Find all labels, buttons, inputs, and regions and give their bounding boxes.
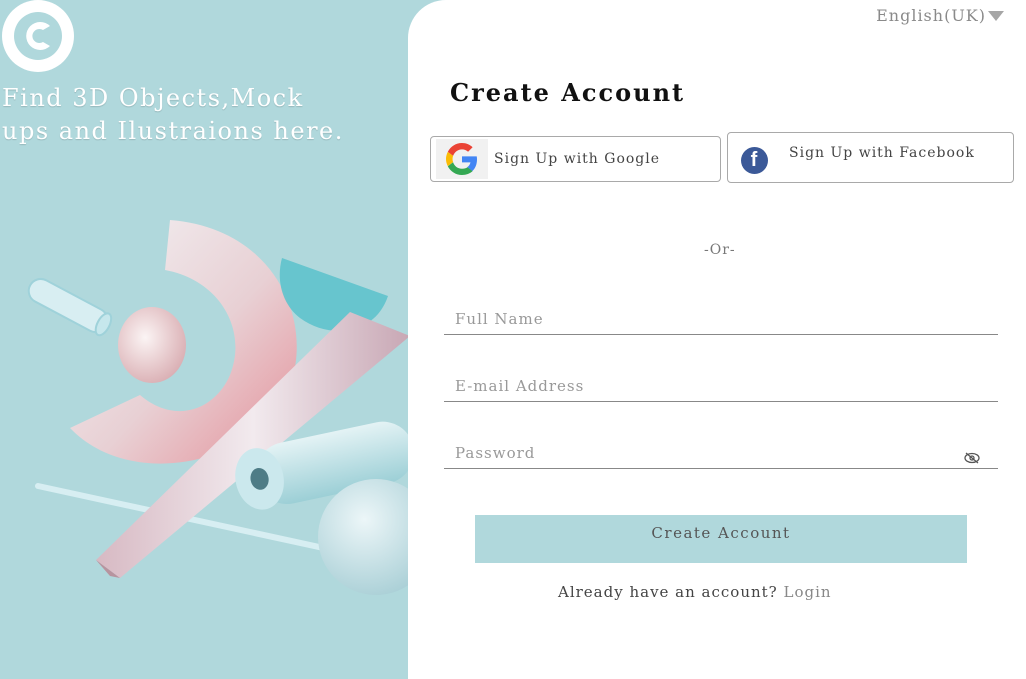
signup-panel: English(UK) Create Account Sign Up with … [408,0,1026,679]
facebook-icon: f [741,147,768,174]
eye-slash-icon[interactable] [964,452,980,464]
google-signup-button[interactable]: Sign Up with Google [430,136,721,182]
copyright-logo-icon [2,0,74,72]
hero-line-2: ups and Ilustraions here. [2,117,344,145]
hero-line-1: Find 3D Objects,Mock [2,84,304,112]
create-account-button[interactable]: Create Account [475,515,967,563]
page-title: Create Account [450,78,686,107]
facebook-signup-button[interactable]: f Sign Up with Facebook [727,132,1014,183]
password-field [444,438,998,469]
google-button-label: Sign Up with Google [494,151,661,167]
google-icon [436,139,488,179]
chevron-down-icon [988,10,1004,21]
3d-shapes-illustration [27,220,430,595]
password-input[interactable] [444,443,998,463]
already-have-account-text: Already have an account? [558,583,778,601]
language-selector[interactable]: English(UK) [876,6,1004,25]
full-name-field [444,304,998,335]
or-divider: -Or- [704,242,736,258]
email-input[interactable] [444,376,998,396]
full-name-input[interactable] [444,309,998,329]
hero-tagline: Find 3D Objects,Mock ups and Ilustraions… [2,82,422,148]
facebook-button-label: Sign Up with Facebook [789,145,975,161]
login-link[interactable]: Login [784,583,832,601]
login-prompt: Already have an account? Login [558,583,832,601]
language-label: English(UK) [876,6,986,25]
email-field [444,371,998,402]
left-panel: Find 3D Objects,Mock ups and Ilustraions… [0,0,430,679]
